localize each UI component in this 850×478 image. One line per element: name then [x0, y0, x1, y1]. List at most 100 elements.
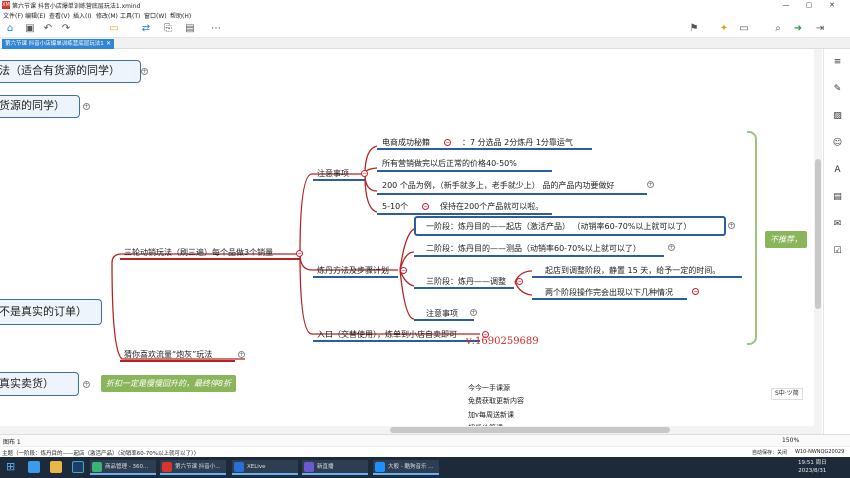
taskbar-app-icon[interactable]	[50, 461, 62, 473]
branch-guess[interactable]: 猜你喜欢流量“炮灰”玩法	[124, 349, 212, 360]
windows-start-icon[interactable]: ⊞	[6, 461, 18, 473]
menu-view[interactable]: 查看(V)	[49, 11, 70, 20]
comment-icon[interactable]: ✉	[832, 219, 843, 230]
underline	[532, 276, 742, 278]
stage-2[interactable]: 二阶段：炼丹目的——测品（动销率60-70%以上就可以了）	[426, 243, 641, 254]
left-node-2[interactable]: 货源的同学）	[0, 95, 80, 118]
minimize-button[interactable]: —	[777, 0, 795, 10]
ime-toolbar[interactable]: S中·ツ简	[771, 388, 803, 400]
collapse-icon[interactable]: −	[422, 203, 429, 210]
note-item-a-detail[interactable]: ：7 分选品 2分炼丹 1分靠运气	[462, 137, 573, 148]
maximize-button[interactable]: ▢	[800, 0, 818, 10]
mindmap-canvas[interactable]: 法（适合有货源的同学） + 货源的同学） + 不是真实的订单） 真实卖货） + …	[0, 49, 823, 434]
left-node-3[interactable]: 不是真实的订单）	[0, 299, 102, 325]
entry-node[interactable]: 入口（交替使用），炼单到小店自卖即可	[317, 329, 457, 340]
stage-4[interactable]: 注意事项	[426, 308, 458, 319]
scroll-thumb[interactable]	[390, 427, 670, 433]
undo-icon[interactable]: ↶	[42, 23, 54, 35]
stage-3a[interactable]: 起店到调整阶段，静置 15 天，给予一定的时间。	[545, 265, 720, 276]
expand-icon[interactable]: +	[470, 309, 477, 316]
style-brush-icon[interactable]: ✎	[832, 84, 843, 95]
left-node-1[interactable]: 法（适合有货源的同学）	[0, 60, 141, 83]
menu-edit[interactable]: 编辑(E)	[25, 11, 45, 20]
menu-help[interactable]: 帮助(H)	[170, 11, 191, 20]
collapse-icon[interactable]: −	[444, 139, 451, 146]
home-icon[interactable]: ⌂	[4, 23, 16, 35]
taskbar-app[interactable]: 第六节课 抖音小...	[160, 460, 226, 475]
vertical-scrollbar[interactable]	[814, 49, 822, 434]
note-item-b[interactable]: 所有营销做完以后正常的价格40-50%	[382, 158, 517, 169]
underline	[313, 276, 398, 278]
taskbar-app-label: 大般 - 酷狗音乐 ...	[388, 464, 434, 470]
photoshop-icon[interactable]	[72, 461, 84, 473]
note-tag-right[interactable]: 不推荐，	[765, 231, 807, 248]
status-topic: 主题（一阶段：炼丹目的——起店（激活产品）（动销率60-70%以上就可以了））	[2, 451, 200, 457]
notes-icon[interactable]: ▤	[832, 192, 843, 203]
stage-1[interactable]: 一阶段：炼丹目的——起店（激活产品） （动销率60-70%以上就可以了）	[426, 221, 691, 232]
expand-icon[interactable]: +	[728, 222, 735, 229]
taskbar-app[interactable]: 大般 - 酷狗音乐 ...	[373, 460, 439, 475]
method-node[interactable]: 炼丹方法及步骤计划	[317, 265, 389, 276]
horizontal-scrollbar[interactable]	[0, 426, 814, 434]
subtopic-icon[interactable]: ⇄	[140, 23, 152, 35]
collapse-icon[interactable]: −	[296, 250, 303, 257]
note-item-d-detail[interactable]: 保持在200个产品就可以啦。	[440, 201, 543, 212]
export-icon[interactable]: ⇥	[814, 23, 826, 35]
relationship-icon[interactable]: ⎘	[162, 23, 174, 35]
sheet-tab[interactable]: 图布 1	[3, 437, 21, 446]
more-icon[interactable]: ⋯	[206, 23, 226, 35]
menu-file[interactable]: 文件(F)	[3, 11, 23, 20]
close-button[interactable]: ✕	[823, 0, 841, 10]
collapse-icon[interactable]: −	[692, 288, 699, 295]
topic-icon[interactable]: ▭	[108, 23, 120, 35]
expand-icon[interactable]: +	[141, 68, 148, 75]
note-item-a[interactable]: 电商成功秘籍	[382, 137, 430, 148]
marker-icon[interactable]: ⚑	[688, 23, 700, 35]
notes-node[interactable]: 注意事项	[317, 168, 349, 179]
expand-icon[interactable]: +	[238, 351, 245, 358]
title-bar: XM 第六节课 抖音小店爆单训练营底层玩法1.xmind — ▢ ✕	[0, 0, 850, 10]
expand-icon[interactable]: +	[83, 381, 90, 388]
share-icon[interactable]: ➜	[792, 23, 804, 35]
expand-icon[interactable]: +	[668, 244, 675, 251]
menu-modify[interactable]: 修改(M)	[96, 11, 118, 20]
taskbar-app[interactable]: 新直播	[302, 460, 368, 475]
menu-window[interactable]: 窗口(W)	[144, 11, 167, 20]
marker-panel-icon[interactable]: ☺	[832, 138, 843, 149]
style-icon[interactable]: A	[832, 165, 843, 176]
scroll-thumb[interactable]	[815, 159, 821, 309]
idea-icon[interactable]: ✦	[718, 23, 730, 35]
format-icon[interactable]: ≡	[832, 57, 843, 68]
collapse-icon[interactable]: −	[400, 267, 407, 274]
watermark-line: 加v每周送新课	[468, 411, 514, 419]
collapse-icon[interactable]: −	[516, 278, 523, 285]
left-node-4[interactable]: 真实卖货）	[0, 372, 79, 396]
system-clock[interactable]: 19:51 周日 2023/8/31	[798, 459, 827, 475]
note-item-c[interactable]: 200 个品为例，（新手就多上，老手就少上） 品的产品内功要做好	[382, 180, 614, 191]
note-tag-left[interactable]: 折扣一定是慢慢回升的，最终停8折	[101, 375, 237, 392]
stage-3[interactable]: 三阶段：炼丹——调整	[426, 276, 506, 287]
note-item-d[interactable]: 5-10个	[382, 201, 408, 212]
expand-icon[interactable]: +	[647, 181, 654, 188]
task-icon[interactable]: ☑	[832, 246, 843, 257]
branch-main[interactable]: 三轮动销玩法（刷三遍）每个品做3个销量	[124, 247, 273, 258]
summary-icon[interactable]: ▤	[184, 23, 196, 35]
menu-tools[interactable]: 工具(T)	[120, 11, 140, 20]
image-icon[interactable]: ▨	[832, 111, 843, 122]
expand-icon[interactable]: +	[83, 103, 90, 110]
tab-document[interactable]: 第六节课 抖音小店爆单训练营底层玩法1 ✕	[2, 39, 114, 49]
tab-close-icon[interactable]: ✕	[106, 39, 111, 49]
underline	[414, 255, 664, 257]
menu-bar: 文件(F) 编辑(E) 查看(V) 插入(I) 修改(M) 工具(T) 窗口(W…	[0, 10, 850, 20]
redo-icon[interactable]: ↷	[60, 23, 72, 35]
search-icon[interactable]: ⌕	[772, 23, 784, 35]
save-icon[interactable]: ▣	[24, 23, 36, 35]
taskbar-app[interactable]: 商品管理 - 360...	[90, 460, 156, 475]
taskbar-app[interactable]: XELive	[232, 460, 298, 475]
collapse-icon[interactable]: −	[361, 170, 368, 177]
taskbar-app-icon[interactable]	[28, 461, 40, 473]
stage-3b[interactable]: 两个阶段操作完会出现以下几种情况	[545, 287, 673, 298]
zoom-level[interactable]: 150%	[782, 437, 799, 444]
present-icon[interactable]: ▭	[738, 23, 750, 35]
menu-insert[interactable]: 插入(I)	[73, 11, 91, 20]
